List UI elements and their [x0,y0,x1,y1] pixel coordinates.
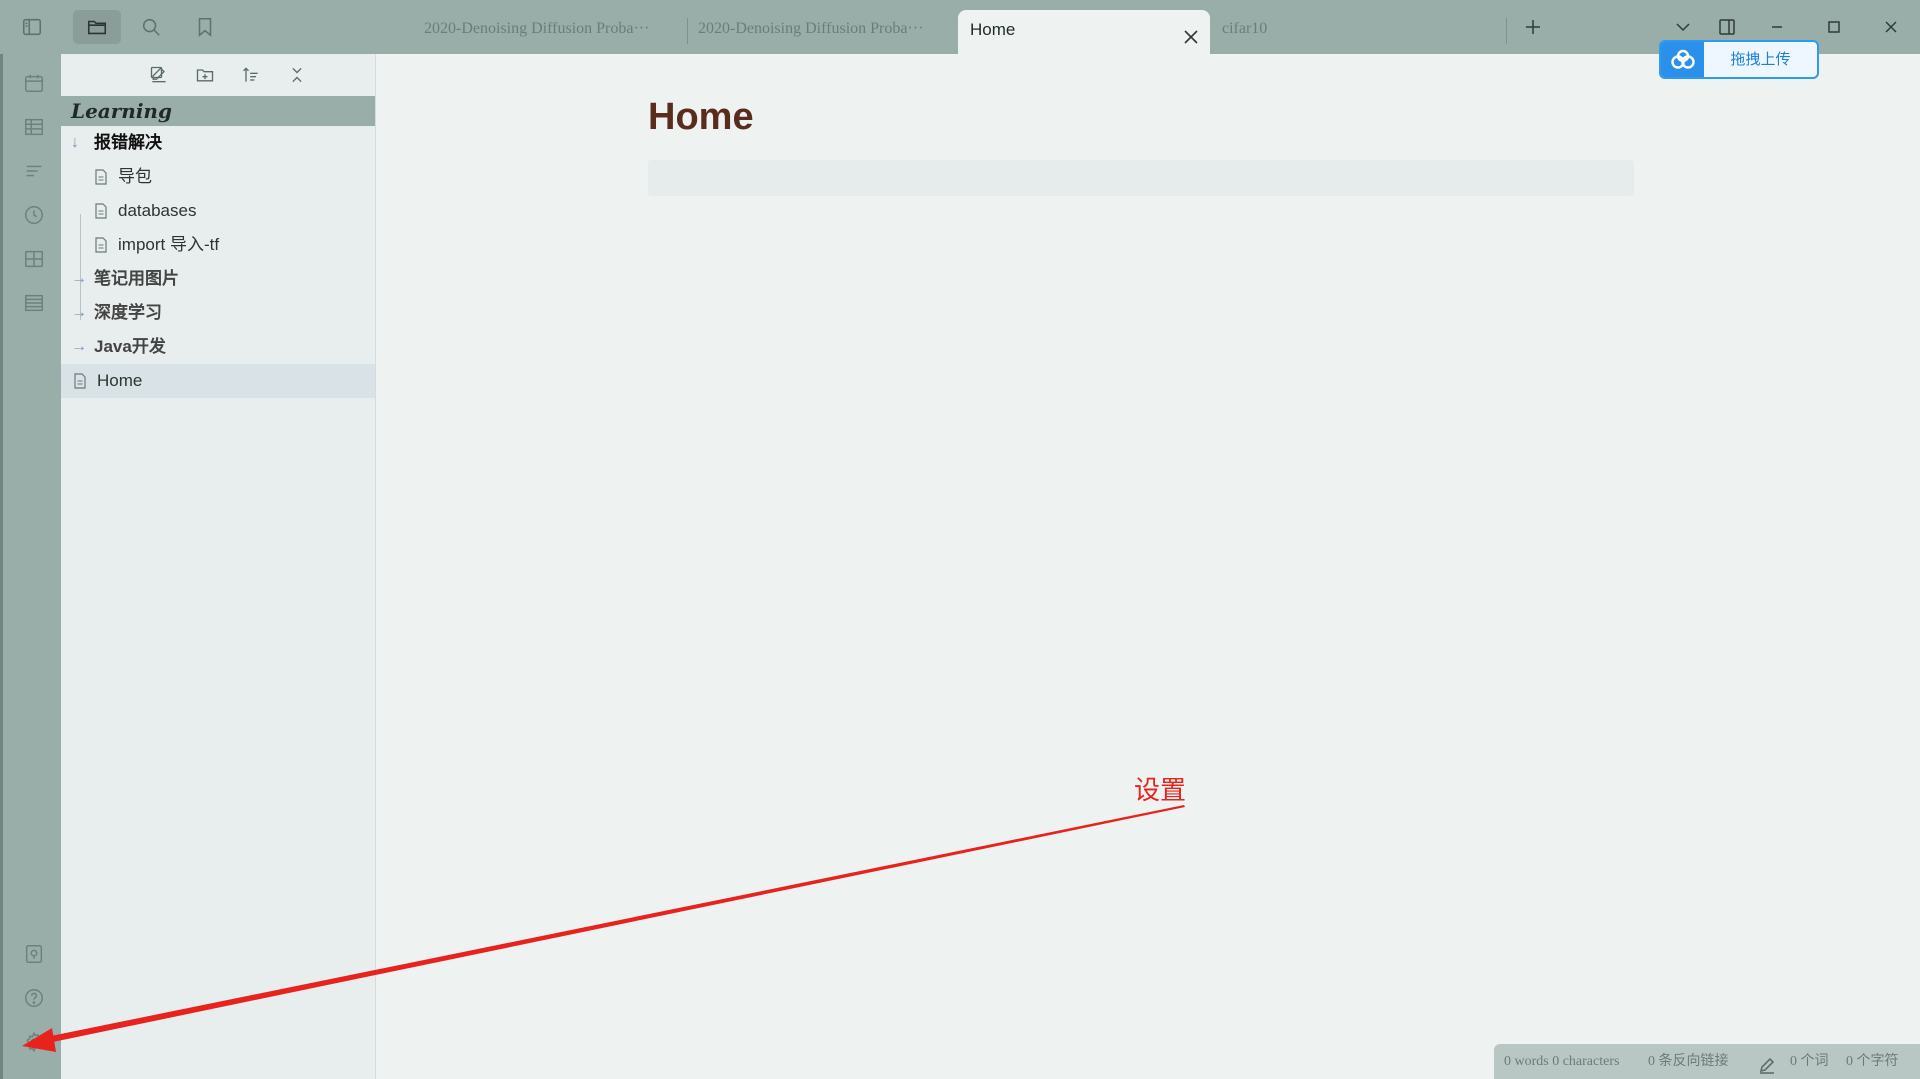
chevron-right-icon: → [71,270,87,287]
tab-home[interactable]: Home [958,10,1210,54]
tree-file-daobao[interactable]: 导包 [61,160,375,194]
cloud-icon [1661,42,1704,77]
folder-label: Java开发 [94,337,166,356]
annotation-label: 设置 [1134,775,1187,805]
left-ribbon [0,54,61,1079]
chevron-right-icon: → [71,338,87,355]
status-word-count: 0 个词 [1790,1054,1829,1069]
upload-label: 拖拽上传 [1730,51,1791,68]
page-title[interactable]: Home [648,96,754,139]
help-icon[interactable] [20,984,48,1012]
tree-file-import[interactable]: import 导入-tf [61,228,375,262]
folder-label: 笔记用图片 [94,269,179,288]
calendar-icon[interactable] [20,69,48,97]
minimize-icon[interactable] [1762,12,1792,42]
split-view-icon[interactable] [1712,12,1742,42]
vault-name[interactable]: Learning [61,96,375,126]
status-backlinks[interactable]: 0 条反向链接 [1648,1044,1729,1079]
tab-separator [1506,18,1507,44]
list-icon[interactable] [20,289,48,317]
maximize-icon[interactable] [1819,12,1849,42]
vault-icon[interactable] [20,940,48,968]
sidebar-toggle-icon[interactable] [8,10,56,44]
folder-icon[interactable] [73,10,121,44]
status-char-count: 0 个字符 [1846,1054,1899,1069]
tree-folder-baocuo[interactable]: ↓ 报错解决 [61,126,375,160]
tree-file-databases[interactable]: databases [61,194,375,228]
file-icon [95,237,107,253]
file-explorer: Learning ↓ 报错解决 导包 databases import 导入-t… [61,54,376,1079]
status-counts: 0 words 0 characters [1504,1054,1620,1069]
sort-icon[interactable] [239,63,263,87]
new-folder-icon[interactable] [193,63,217,87]
tab-diffusion-1[interactable]: 2020-Denoising Diffusion Proba··· [412,10,652,54]
edit-mode-icon[interactable] [1758,1053,1776,1074]
tree-file-home[interactable]: Home [61,364,375,398]
tree-folder-images[interactable]: → 笔记用图片 [61,262,375,296]
grid-icon[interactable] [20,245,48,273]
tree-folder-deeplearning[interactable]: → 深度学习 [61,296,375,330]
tab-cifar10[interactable]: cifar10 [1210,10,1410,54]
chevron-right-icon: → [71,304,87,321]
bookmark-icon[interactable] [181,10,229,44]
content-block[interactable] [648,160,1634,196]
tab-diffusion-2[interactable]: 2020-Denoising Diffusion Proba··· [686,10,948,54]
chevron-down-icon: ↓ [71,134,79,151]
tab-label: 2020-Denoising Diffusion Proba··· [698,20,924,37]
upload-button[interactable]: 拖拽上传 [1659,40,1819,79]
tab-label: 2020-Denoising Diffusion Proba··· [424,20,650,37]
folder-label: 报错解决 [94,133,162,152]
file-icon [95,169,107,185]
window-close-icon[interactable] [1876,12,1906,42]
outline-icon[interactable] [20,157,48,185]
table-icon[interactable] [20,113,48,141]
file-label: databases [118,201,197,220]
file-label: Home [97,371,143,390]
tree-folder-java[interactable]: → Java开发 [61,330,375,364]
folder-label: 深度学习 [94,303,162,322]
clock-icon[interactable] [20,201,48,229]
file-label: 导包 [118,167,152,186]
tab-label: Home [970,20,1016,39]
file-label: import 导入-tf [118,235,220,254]
close-icon[interactable] [1182,21,1200,44]
status-bar: 0 words 0 characters 0 条反向链接 0 个词 0 个字符 [1494,1044,1920,1079]
tab-label: cifar10 [1222,20,1268,37]
top-left-toolbar [0,0,376,54]
file-icon [95,203,107,219]
chevron-down-icon[interactable] [1668,12,1698,42]
search-icon[interactable] [127,10,175,44]
file-explorer-actions [61,54,375,96]
new-tab-icon[interactable] [1518,12,1548,42]
gear-icon[interactable] [20,1028,48,1056]
collapse-icon[interactable] [285,63,309,87]
file-icon [74,373,86,389]
new-note-icon[interactable] [147,63,171,87]
